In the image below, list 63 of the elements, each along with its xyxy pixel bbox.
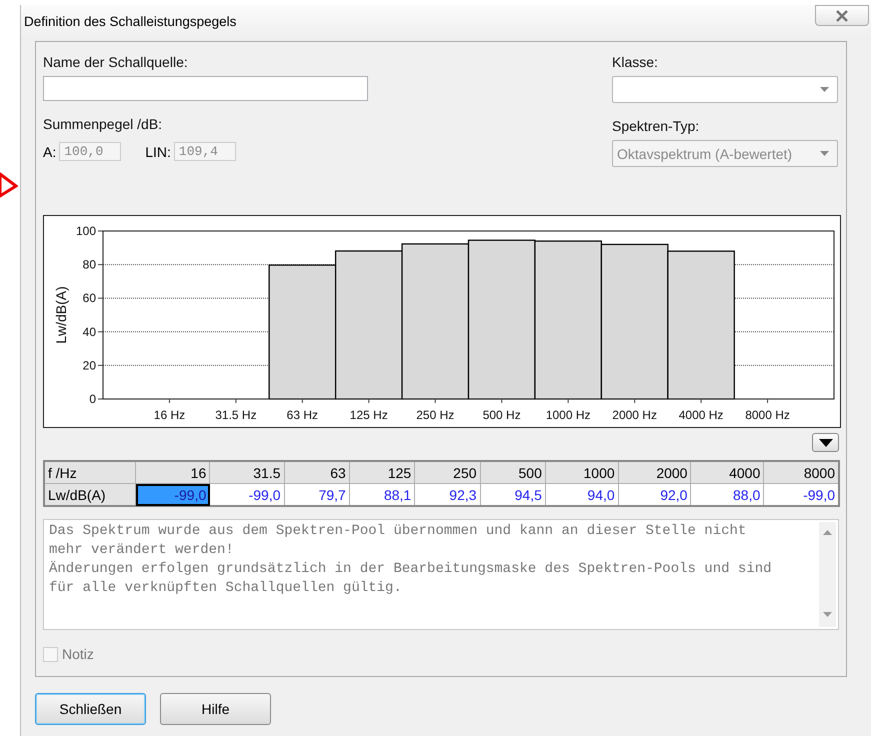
table-cell[interactable]: 88,1 <box>349 484 415 506</box>
arrow-icon <box>0 172 18 198</box>
tick-label: 100 <box>76 224 96 238</box>
table-cell[interactable]: 94,0 <box>545 484 618 506</box>
row-header: Lw/dB(A) <box>44 484 136 506</box>
axis-label: 1000 Hz <box>546 408 591 422</box>
column-header: f /Hz <box>44 461 136 484</box>
axis-label: 16 Hz <box>154 408 186 422</box>
column-header: 31.5 <box>210 461 284 484</box>
tick-label: 40 <box>82 324 96 339</box>
axis-label: 500 Hz <box>482 408 521 422</box>
column-header: 63 <box>284 461 350 484</box>
column-header: 1000 <box>545 461 618 484</box>
tick-label: 80 <box>82 258 96 272</box>
scrollbar[interactable] <box>819 522 836 627</box>
axis-label: 2000 Hz <box>612 408 657 422</box>
column-header: 2000 <box>618 461 691 484</box>
dropdown-button[interactable] <box>812 433 839 452</box>
column-header: 250 <box>414 461 480 484</box>
field-label: Klasse: <box>612 54 658 70</box>
axis-label: 8000 Hz <box>745 408 790 422</box>
dialog-button[interactable]: Schließen <box>35 693 146 725</box>
scroll-down-icon <box>823 612 832 617</box>
table-cell[interactable]: -99,0 <box>136 484 210 506</box>
column-header: 8000 <box>764 461 839 484</box>
axis-label: 63 Hz <box>286 408 318 422</box>
tick-label: 0 <box>89 392 96 406</box>
column-header: 16 <box>136 461 210 484</box>
table-cell[interactable]: 88,0 <box>690 484 764 506</box>
column-header: 500 <box>480 461 546 484</box>
field-label: A: <box>43 144 56 160</box>
note-text: Das Spektrum wurde aus dem Spektren-Pool übernommen und kann an dieser Stelle nicht mehr verändert werden! Änderungen erfolgen grundsätzlich in der Bearbeitungsmaske des Spektren-Pools und sind für alle verknüpften Schallquellen gültig. <box>48 522 772 598</box>
column-header: 4000 <box>690 461 764 484</box>
axis-label: 4000 Hz <box>678 408 724 422</box>
checkbox-label: Notiz <box>62 646 94 662</box>
field-label: LIN: <box>145 144 171 160</box>
table-cell[interactable]: -99,0 <box>210 484 284 506</box>
dialog-button[interactable]: Hilfe <box>160 693 271 725</box>
field-label: Name der Schallquelle: <box>43 54 188 70</box>
table-cell[interactable]: 92,0 <box>618 484 691 506</box>
axis-label: 31.5 Hz <box>215 408 257 422</box>
column-header: 125 <box>349 461 415 484</box>
table-cell[interactable]: 94,5 <box>480 484 546 506</box>
axis-title: Lw/dB(A) <box>53 286 69 344</box>
scroll-up-icon <box>823 530 832 535</box>
note-text-area[interactable] <box>43 519 839 630</box>
class-dropdown[interactable] <box>612 76 838 103</box>
caret-icon <box>820 151 829 156</box>
caret-icon <box>820 87 829 92</box>
table-cell[interactable]: 79,7 <box>284 484 350 506</box>
close-icon <box>835 10 849 22</box>
tick-label: 20 <box>82 358 96 372</box>
axis-label: 250 Hz <box>416 408 454 422</box>
window-title: Definition des Schalleistungspegels <box>24 14 236 29</box>
name-input-field[interactable] <box>43 76 368 101</box>
field-label: Spektren-Typ: <box>612 118 700 134</box>
caret-icon <box>818 438 832 446</box>
table-cell[interactable]: 92,3 <box>414 484 480 506</box>
tick-label: 60 <box>82 291 96 306</box>
field-label: Summenpegel /dB: <box>43 116 162 132</box>
axis-label: 125 Hz <box>350 408 388 422</box>
close-button[interactable] <box>815 5 869 26</box>
table-cell[interactable]: -99,0 <box>764 484 839 506</box>
